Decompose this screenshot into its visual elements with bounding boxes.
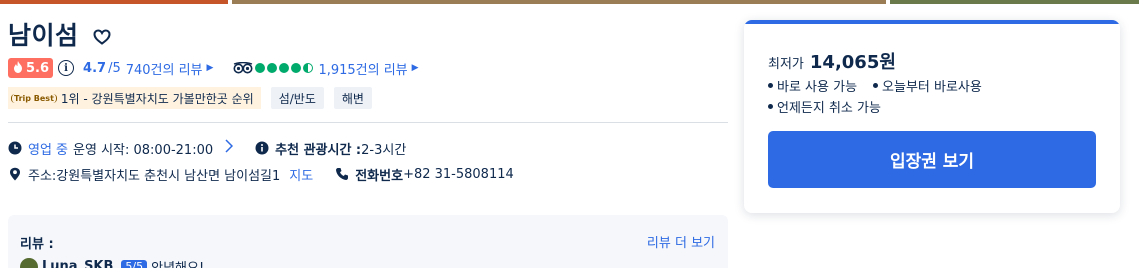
feature-row: 바로 사용 가능 오늘부터 바로사용 bbox=[768, 76, 982, 95]
open-status: 영업 중 bbox=[28, 142, 69, 158]
review-rating-badge: 5/5 bbox=[121, 260, 148, 268]
more-reviews-link[interactable]: 리뷰 더 보기 bbox=[647, 232, 715, 251]
phone-icon bbox=[335, 167, 349, 181]
bullet-icon bbox=[768, 83, 773, 88]
review-card: 리뷰 : 리뷰 더 보기 Luna_SKB 5/5 안녕해요! bbox=[8, 215, 728, 268]
opening-hours: 운영 시작: 08:00-21:00 bbox=[73, 142, 214, 158]
feature-item: 바로 사용 가능 bbox=[777, 80, 858, 95]
feature-row: 언제든지 취소 가능 bbox=[768, 97, 881, 116]
hot-score-value: 5.6 bbox=[26, 60, 50, 76]
recommended-time-value: 2-3시간 bbox=[361, 142, 407, 158]
heart-icon[interactable] bbox=[93, 29, 111, 45]
tripbest-text: 1위 - 강원특별자치도 가볼만한곳 순위 bbox=[60, 91, 254, 106]
price-row: 최저가 14,065원 bbox=[768, 48, 896, 74]
review-count-link[interactable]: 740건의 리뷰 bbox=[126, 59, 203, 78]
page-title: 남이섬 bbox=[8, 21, 79, 50]
bubble-half bbox=[303, 63, 314, 73]
phone-label: 전화번호 bbox=[355, 168, 404, 184]
tripadvisor-bubbles bbox=[255, 63, 314, 73]
view-tickets-button[interactable]: 입장권 보기 bbox=[768, 131, 1096, 188]
tripadvisor-review-link[interactable]: 1,915건의 리뷰 bbox=[318, 59, 407, 78]
bullet-icon bbox=[873, 83, 879, 88]
chevron-right-icon[interactable] bbox=[225, 139, 234, 157]
bubble-full bbox=[291, 63, 302, 73]
rating-score: 4.7 bbox=[83, 60, 107, 76]
review-username: Luna_SKB bbox=[42, 259, 114, 268]
tripadvisor-owl-icon bbox=[233, 61, 253, 74]
photo-thumb[interactable] bbox=[232, 0, 886, 4]
phone-value: +82 31-5808114 bbox=[403, 166, 514, 182]
bubble-full bbox=[255, 63, 266, 73]
tag-chip[interactable]: 섬/반도 bbox=[270, 87, 324, 109]
clock-icon bbox=[8, 141, 22, 155]
caret-right-icon: ▶ bbox=[206, 63, 214, 73]
photo-thumb[interactable] bbox=[890, 0, 1139, 4]
review-snippet: 안녕해요! bbox=[151, 257, 204, 268]
info-row-address: 주소:강원특별자치도 춘천시 남산면 남이섬길1 지도 전화번호 +82 31-… bbox=[8, 164, 514, 184]
info-icon[interactable]: i bbox=[58, 60, 75, 76]
caret-right-icon: ▶ bbox=[411, 63, 419, 73]
flame-icon bbox=[13, 60, 23, 76]
feature-item: 오늘부터 바로사용 bbox=[882, 80, 982, 95]
photo-thumb[interactable] bbox=[0, 0, 228, 4]
hot-score-badge: 5.6 bbox=[8, 58, 54, 78]
tripbest-badge[interactable]: Trip Best 1위 - 강원특별자치도 가볼만한곳 순위 bbox=[8, 87, 261, 109]
bubble-full bbox=[267, 63, 278, 73]
info-filled-icon bbox=[255, 141, 269, 155]
rating-row: 5.6 i 4.7 /5 740건의 리뷰 ▶ 1,915건의 리뷰 ▶ bbox=[8, 57, 728, 79]
rating-scale: /5 bbox=[108, 60, 121, 76]
price-value: 14,065원 bbox=[809, 52, 896, 73]
attraction-header: 남이섬 5.6 i 4.7 /5 740건의 리뷰 ▶ 1,915건의 리뷰 ▶ bbox=[8, 16, 728, 109]
feature-item: 언제든지 취소 가능 bbox=[777, 101, 881, 116]
photo-strip[interactable] bbox=[0, 0, 1139, 4]
avatar bbox=[20, 257, 38, 268]
divider bbox=[8, 122, 728, 123]
recommended-time-label: 추천 관광시간 : bbox=[275, 142, 362, 158]
tag-chip[interactable]: 해변 bbox=[333, 87, 372, 109]
tags-row: Trip Best 1위 - 강원특별자치도 가볼만한곳 순위 섬/반도 해변 bbox=[8, 87, 728, 109]
info-row-hours: 영업 중 운영 시작: 08:00-21:00 추천 관광시간 : 2-3시간 bbox=[8, 138, 406, 158]
map-link[interactable]: 지도 bbox=[289, 165, 313, 184]
bullet-icon bbox=[768, 104, 773, 109]
price-label: 최저가 bbox=[768, 57, 804, 72]
bubble-full bbox=[279, 63, 290, 73]
tripbest-label: Trip Best bbox=[11, 93, 57, 103]
review-item[interactable]: Luna_SKB 5/5 안녕해요! bbox=[20, 257, 204, 268]
address-text: 주소:강원특별자치도 춘천시 남산면 남이섬길1 bbox=[28, 168, 281, 184]
location-pin-icon bbox=[8, 167, 22, 181]
booking-card: 최저가 14,065원 바로 사용 가능 오늘부터 바로사용 언제든지 취소 가… bbox=[744, 20, 1120, 213]
booking-card-accent bbox=[744, 20, 1120, 24]
review-section-title: 리뷰 : bbox=[20, 237, 54, 252]
